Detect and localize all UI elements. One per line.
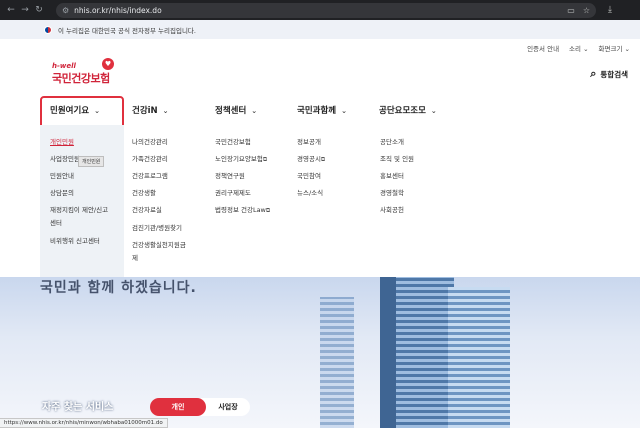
submenu-misconduct[interactable]: 비위행위 신고센터 bbox=[50, 236, 100, 247]
gnb-item-health[interactable]: 건강iN ⌄ bbox=[132, 104, 169, 116]
building-image bbox=[448, 287, 510, 428]
chevron-down-icon: ⌄ bbox=[430, 107, 437, 115]
forward-icon[interactable]: → bbox=[18, 5, 32, 15]
gnb-label: 건강iN bbox=[132, 106, 158, 116]
zoom-menu[interactable]: 화면크기 ⌄ bbox=[599, 43, 630, 53]
external-link-icon: ⧉ bbox=[265, 207, 271, 214]
submenu-social[interactable]: 사회공헌 bbox=[380, 205, 404, 216]
submenu-intro[interactable]: 공단소개 bbox=[380, 137, 404, 148]
cast-icon[interactable]: ▭ bbox=[567, 6, 575, 15]
address-url: nhis.or.kr/nhis/index.do bbox=[74, 5, 162, 15]
submenu-personal[interactable]: 개인민원 bbox=[50, 137, 74, 148]
submenu-health-program[interactable]: 건강프로그램 bbox=[132, 171, 168, 182]
bookmark-star-icon[interactable]: ☆ bbox=[583, 6, 590, 15]
submenu-participation[interactable]: 국민참여 bbox=[297, 171, 321, 182]
submenu-find-hospital[interactable]: 검진기관/병원찾기 bbox=[132, 223, 182, 234]
gov-banner: 이 누리집은 대한민국 공식 전자정부 누리집입니다. bbox=[0, 20, 640, 39]
gnb-label: 정책센터 bbox=[215, 106, 247, 116]
address-bar[interactable]: ⚙ nhis.or.kr/nhis/index.do ▭ ☆ bbox=[56, 2, 596, 18]
submenu-finance-report-cont: 센터 bbox=[50, 219, 62, 227]
chevron-down-icon: ⌄ bbox=[583, 45, 589, 53]
submenu-pr-center[interactable]: 홍보센터 bbox=[380, 171, 404, 182]
sound-menu[interactable]: 소리 ⌄ bbox=[569, 43, 589, 53]
submenu-nhi[interactable]: 국민건강보험 bbox=[215, 137, 251, 148]
taegeuk-flag-icon bbox=[44, 25, 52, 34]
browser-toolbar: ← → ↻ ⚙ nhis.or.kr/nhis/index.do ▭ ☆ ⤓ bbox=[0, 0, 640, 20]
zoom-label: 화면크기 bbox=[598, 45, 623, 53]
external-link-icon: ⧉ bbox=[320, 156, 326, 163]
submenu-law-label: 법령정보 건강Law bbox=[215, 206, 266, 214]
gnb-item-policy[interactable]: 정책센터 ⌄ bbox=[215, 104, 257, 116]
submenu-management[interactable]: 경영공시⧉ bbox=[297, 154, 325, 165]
building-image bbox=[396, 277, 454, 428]
chevron-down-icon: ⌄ bbox=[251, 107, 258, 115]
tab-business[interactable]: 사업장 bbox=[206, 398, 250, 416]
heart-icon: ♥ bbox=[102, 58, 114, 70]
submenu-organization[interactable]: 조직 및 인원 bbox=[380, 154, 414, 165]
submenu-guide[interactable]: 민원안내 bbox=[50, 171, 74, 182]
external-link-icon: ⧉ bbox=[262, 156, 268, 163]
hover-tooltip: 개인민원 bbox=[78, 156, 105, 167]
sound-label: 소리 bbox=[569, 45, 582, 53]
frequent-services-title: 자주 찾는 서비스 bbox=[42, 402, 114, 413]
submenu-health-life[interactable]: 건강생활 bbox=[132, 188, 156, 199]
submenu-business[interactable]: 사업장민원 bbox=[50, 154, 80, 165]
submenu-remedy[interactable]: 권리구제제도 bbox=[215, 188, 251, 199]
gnb-item-together[interactable]: 국민과함께 ⌄ bbox=[297, 104, 347, 116]
search-icon: ⌕ bbox=[590, 67, 597, 80]
cert-guide-link[interactable]: 인증서 안내 bbox=[527, 43, 559, 53]
gnb-label: 국민과함께 bbox=[297, 106, 337, 116]
submenu-disclosure[interactable]: 정보공개 bbox=[297, 137, 321, 148]
submenu-family-health[interactable]: 가족건강관리 bbox=[132, 154, 168, 165]
gnb-item-about[interactable]: 공단요모조모 ⌄ bbox=[379, 104, 437, 116]
logo-name: 국민건강보험 bbox=[52, 72, 110, 85]
tab-personal[interactable]: 개인 bbox=[150, 398, 206, 416]
submenu-finance-report[interactable]: 재정지킴이 제안/신고 bbox=[50, 205, 108, 216]
site-logo[interactable]: h-well 국민건강보험 ♥ bbox=[52, 58, 114, 86]
submenu-management-label: 경영공시 bbox=[297, 155, 321, 163]
integrated-search-button[interactable]: ⌕ 통합검색 bbox=[590, 67, 628, 81]
chevron-down-icon: ⌄ bbox=[341, 107, 347, 115]
hero-headline: 국민과 함께 하겠습니다. bbox=[40, 280, 197, 296]
building-image bbox=[320, 297, 354, 428]
link-status-bar: https://www.nhis.or.kr/nhis/minwon/wbhab… bbox=[0, 418, 168, 428]
mega-dropdown: 개인민원 사업장민원 민원안내 상담문의 재정지킴이 제안/신고 센터 비위행위… bbox=[40, 125, 640, 277]
chevron-down-icon: ⌄ bbox=[162, 107, 169, 115]
gnb-label: 공단요모조모 bbox=[379, 106, 426, 116]
download-icon[interactable]: ⤓ bbox=[608, 5, 612, 15]
submenu-ltc[interactable]: 노인장기요양보험⧉ bbox=[215, 154, 267, 165]
submenu-health-grant[interactable]: 건강생활실천지원금 bbox=[132, 240, 186, 251]
chevron-down-icon: ⌄ bbox=[624, 45, 630, 53]
submenu-news[interactable]: 뉴스/소식 bbox=[297, 188, 323, 199]
search-label: 통합검색 bbox=[600, 69, 628, 79]
utility-menu: 인증서 안내 소리 ⌄ 화면크기 ⌄ bbox=[527, 43, 630, 53]
submenu-health-library[interactable]: 건강자료실 bbox=[132, 205, 162, 216]
submenu-my-health[interactable]: 나의건강관리 bbox=[132, 137, 168, 148]
submenu-health-grant-cont: 제 bbox=[132, 254, 138, 262]
back-icon[interactable]: ← bbox=[4, 5, 18, 15]
submenu-philosophy[interactable]: 경영철학 bbox=[380, 188, 404, 199]
submenu-law[interactable]: 법령정보 건강Law⧉ bbox=[215, 205, 270, 216]
site-info-icon[interactable]: ⚙ bbox=[62, 6, 69, 15]
reload-icon[interactable]: ↻ bbox=[32, 5, 46, 15]
submenu-consult[interactable]: 상담문의 bbox=[50, 188, 74, 199]
service-type-toggle: 개인 사업장 bbox=[150, 398, 250, 416]
gov-banner-text: 이 누리집은 대한민국 공식 전자정부 누리집입니다. bbox=[58, 26, 196, 35]
submenu-ltc-label: 노인장기요양보험 bbox=[215, 155, 263, 163]
submenu-research[interactable]: 정책연구원 bbox=[215, 171, 245, 182]
